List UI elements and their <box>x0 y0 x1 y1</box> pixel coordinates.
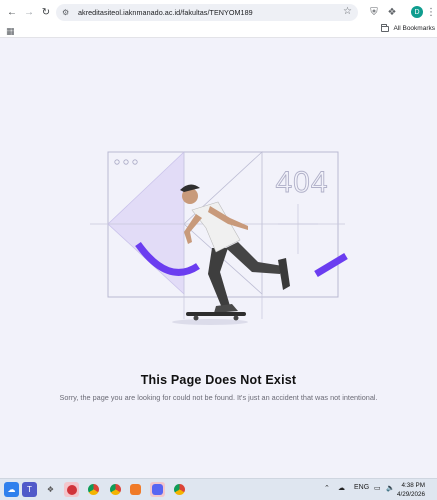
cloud-icon[interactable]: ☁ <box>338 484 345 492</box>
volume-icon[interactable]: 🔈 <box>386 484 395 492</box>
purple-bar-right <box>314 252 348 278</box>
error-page: 404 This Page Does Not Exist Sorry, the … <box>0 39 437 478</box>
clock-time: 4:38 PM <box>401 482 425 489</box>
copilot-icon[interactable]: ❖ <box>43 482 58 497</box>
folder-icon <box>381 23 390 32</box>
skateboard <box>186 312 246 316</box>
all-bookmarks-label: All Bookmarks <box>393 25 435 32</box>
weather-widget-icon[interactable]: ☁ <box>4 482 19 497</box>
address-bar[interactable]: ⚙ akreditasiteol.iaknmanado.ac.id/fakult… <box>56 4 358 21</box>
discord-icon[interactable] <box>150 482 165 497</box>
all-bookmarks-button[interactable]: All Bookmarks <box>381 23 435 32</box>
address-url[interactable]: akreditasiteol.iaknmanado.ac.id/fakultas… <box>78 8 253 17</box>
language-indicator[interactable]: ENG <box>354 484 369 491</box>
chrome-icon[interactable] <box>86 482 101 497</box>
app-icon-orange[interactable] <box>128 482 143 497</box>
windows-taskbar: ☁ T ❖ ⌃ ☁ ENG ▭ 🔈 4:38 PM 4/29/2026 <box>0 478 437 500</box>
chrome-profile-icon[interactable] <box>108 482 123 497</box>
window-dot-icon <box>114 159 120 165</box>
app-icon-red-circle[interactable] <box>64 482 79 497</box>
forward-arrow-icon[interactable]: → <box>21 4 37 20</box>
chrome-alt-icon[interactable] <box>172 482 187 497</box>
site-info-icon[interactable]: ⚙ <box>62 8 74 17</box>
window-dot-icon <box>132 159 138 165</box>
extensions-puzzle-icon[interactable]: ❖ <box>384 4 400 20</box>
skater-figure <box>172 184 290 325</box>
apps-grid-icon[interactable]: ▦ <box>6 26 15 37</box>
page-description: Sorry, the page you are looking for coul… <box>59 393 378 402</box>
battery-icon[interactable]: ▭ <box>374 484 381 492</box>
chevron-up-icon[interactable]: ⌃ <box>324 484 330 492</box>
shield-extension-icon[interactable]: ⛨ <box>366 4 382 20</box>
page-title: This Page Does Not Exist <box>140 373 297 387</box>
reload-icon[interactable]: ↻ <box>38 4 54 20</box>
browser-menu-icon[interactable]: ⋮ <box>426 4 436 20</box>
404-illustration: 404 <box>90 151 348 325</box>
error-code-text: 404 <box>275 166 328 199</box>
window-dot-icon <box>123 159 129 165</box>
clock-date: 4/29/2026 <box>396 491 425 498</box>
bookmark-star-icon[interactable]: ☆ <box>343 6 352 17</box>
system-clock[interactable]: 4:38 PM 4/29/2026 <box>397 481 425 499</box>
teams-icon[interactable]: T <box>22 482 37 497</box>
back-arrow-icon[interactable]: ← <box>4 4 20 20</box>
bookmarks-bar: ▦ All Bookmarks <box>0 23 437 38</box>
profile-avatar[interactable]: D <box>411 6 423 18</box>
browser-toolbar: ← → ↻ ⚙ akreditasiteol.iaknmanado.ac.id/… <box>0 0 437 24</box>
